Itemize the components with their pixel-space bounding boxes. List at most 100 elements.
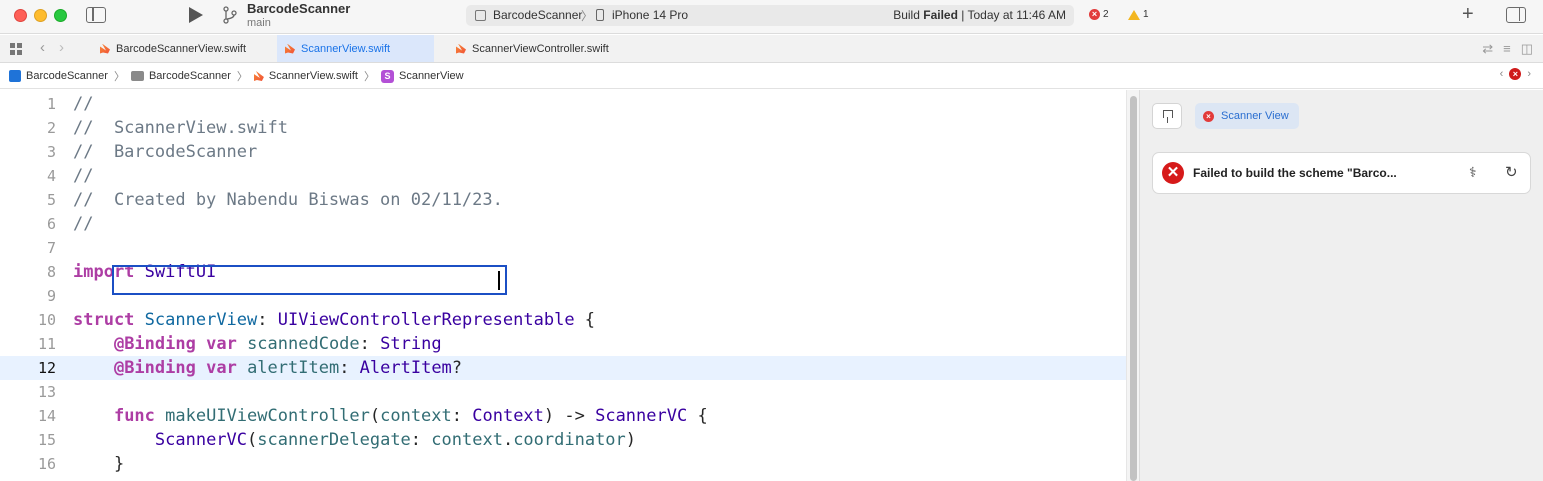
- code-text[interactable]: }: [73, 452, 124, 476]
- tab-scanner-view[interactable]: ScannerView.swift: [277, 35, 434, 62]
- code-line[interactable]: 10 struct ScannerView: UIViewControllerRe…: [0, 308, 1126, 332]
- line-number[interactable]: 4: [0, 164, 56, 188]
- code-text[interactable]: ScannerVC(scannerDelegate: context.coord…: [73, 428, 636, 452]
- code-line[interactable]: 13: [0, 380, 1126, 404]
- preview-selector[interactable]: × Scanner View: [1195, 103, 1299, 129]
- editor-options-icon[interactable]: ≡: [1503, 41, 1511, 57]
- next-issue-icon[interactable]: ›: [1527, 68, 1531, 80]
- code-text[interactable]: //: [73, 212, 93, 236]
- breadcrumb-separator: 〉: [236, 71, 248, 83]
- close-window-button[interactable]: [14, 9, 27, 22]
- code-line[interactable]: 15 ScannerVC(scannerDelegate: context.co…: [0, 428, 1126, 452]
- minimize-window-button[interactable]: [34, 9, 47, 22]
- line-number[interactable]: 8: [0, 260, 56, 284]
- breadcrumb-label: BarcodeScanner: [26, 70, 108, 82]
- code-line[interactable]: 11 @Binding var scannedCode: String: [0, 332, 1126, 356]
- build-error-message: Failed to build the scheme "Barco...: [1193, 166, 1397, 180]
- pin-icon[interactable]: [1152, 103, 1182, 129]
- struct-icon: S: [380, 69, 394, 83]
- text-caret: [498, 271, 500, 290]
- device-selector[interactable]: iPhone 14 Pro: [612, 8, 688, 22]
- code-line[interactable]: 1 //: [0, 92, 1126, 116]
- refresh-icon[interactable]: ↻: [1505, 163, 1518, 181]
- code-line[interactable]: 14 func makeUIViewController(context: Co…: [0, 404, 1126, 428]
- error-count-badge[interactable]: × 2: [1089, 9, 1109, 20]
- related-items-icon[interactable]: ⇄: [1482, 41, 1493, 57]
- tab-scanner-view-controller[interactable]: ScannerViewController.swift: [448, 35, 648, 62]
- breadcrumb-separator: 〉: [113, 71, 125, 83]
- warning-count-badge[interactable]: 1: [1128, 9, 1149, 20]
- line-number[interactable]: 5: [0, 188, 56, 212]
- line-number[interactable]: 1: [0, 92, 56, 116]
- diagnostics-icon[interactable]: ⚕: [1469, 164, 1477, 181]
- line-number[interactable]: 3: [0, 140, 56, 164]
- code-text[interactable]: @Binding var scannedCode: String: [73, 332, 442, 356]
- line-number[interactable]: 7: [0, 236, 56, 260]
- code-line[interactable]: 2 // ScannerView.swift: [0, 116, 1126, 140]
- code-line[interactable]: 7: [0, 236, 1126, 260]
- scrollbar-thumb[interactable]: [1130, 96, 1137, 481]
- line-number[interactable]: 6: [0, 212, 56, 236]
- breadcrumb-symbol[interactable]: S ScannerView: [380, 69, 464, 83]
- breadcrumb-label: ScannerView.swift: [268, 70, 358, 82]
- zoom-window-button[interactable]: [54, 9, 67, 22]
- breadcrumb-label: ScannerView: [398, 70, 464, 82]
- tab-label: ScannerViewController.swift: [472, 42, 609, 55]
- line-number[interactable]: 12: [0, 356, 56, 380]
- breadcrumb-file[interactable]: ScannerView.swift: [253, 70, 358, 82]
- line-number[interactable]: 2: [0, 116, 56, 140]
- editor-options: ⇄ ≡ ◫: [1482, 41, 1533, 57]
- code-line[interactable]: 4 //: [0, 164, 1126, 188]
- project-name[interactable]: BarcodeScanner: [247, 1, 350, 16]
- code-line[interactable]: 5 // Created by Nabendu Biswas on 02/11/2…: [0, 188, 1126, 212]
- editor-tab-bar: ‹ › BarcodeScannerView.swift ScannerView…: [0, 35, 1543, 63]
- code-text[interactable]: //: [73, 92, 93, 116]
- forward-arrow-icon[interactable]: ›: [59, 39, 64, 56]
- tab-barcode-scanner-view[interactable]: BarcodeScannerView.swift: [92, 35, 277, 62]
- error-icon: ✕: [1162, 162, 1184, 184]
- breadcrumb-project[interactable]: BarcodeScanner: [9, 70, 108, 82]
- code-line[interactable]: 16 }: [0, 452, 1126, 476]
- project-icon: [9, 70, 21, 82]
- code-text[interactable]: @Binding var alertItem: AlertItem?: [73, 356, 462, 380]
- line-number[interactable]: 10: [0, 308, 56, 332]
- split-editor-icon[interactable]: ◫: [1521, 41, 1533, 57]
- line-number[interactable]: 13: [0, 380, 56, 404]
- editor-scrollbar[interactable]: [1126, 90, 1139, 481]
- navigator-toggle-icon[interactable]: [86, 7, 106, 23]
- breadcrumb-group[interactable]: BarcodeScanner: [130, 70, 231, 82]
- code-text[interactable]: func makeUIViewController(context: Conte…: [73, 404, 708, 428]
- code-line[interactable]: 12 @Binding var alertItem: AlertItem?: [0, 356, 1126, 380]
- line-number[interactable]: 9: [0, 284, 56, 308]
- breadcrumb-separator: 〉: [363, 71, 375, 83]
- app-target-icon: [475, 10, 486, 21]
- build-error-card[interactable]: ✕ Failed to build the scheme "Barco... ⚕…: [1152, 152, 1531, 194]
- add-library-button[interactable]: +: [1462, 3, 1474, 26]
- issue-error-icon[interactable]: ×: [1509, 68, 1522, 80]
- tab-label: BarcodeScannerView.swift: [116, 42, 247, 55]
- run-button[interactable]: [189, 7, 203, 23]
- iphone-icon: [596, 9, 604, 21]
- back-arrow-icon[interactable]: ‹: [40, 39, 45, 56]
- line-number[interactable]: 15: [0, 428, 56, 452]
- tab-label: ScannerView.swift: [301, 42, 391, 55]
- code-text[interactable]: // BarcodeScanner: [73, 140, 257, 164]
- line-number[interactable]: 14: [0, 404, 56, 428]
- build-status[interactable]: Build Failed | Today at 11:46 AM: [893, 8, 1066, 22]
- grid-icon[interactable]: [10, 43, 22, 55]
- branch-icon: [223, 6, 237, 24]
- code-text[interactable]: // ScannerView.swift: [73, 116, 288, 140]
- line-number[interactable]: 16: [0, 452, 56, 476]
- code-line[interactable]: 6 //: [0, 212, 1126, 236]
- code-text[interactable]: struct ScannerView: UIViewControllerRepr…: [73, 308, 595, 332]
- scheme-selector[interactable]: BarcodeScanner: [493, 8, 582, 22]
- code-line[interactable]: 3 // BarcodeScanner: [0, 140, 1126, 164]
- code-text[interactable]: // Created by Nabendu Biswas on 02/11/23…: [73, 188, 503, 212]
- selection-highlight: [112, 265, 507, 295]
- previous-issue-icon[interactable]: ‹: [1500, 68, 1504, 80]
- line-number[interactable]: 11: [0, 332, 56, 356]
- error-count: 2: [1103, 9, 1109, 20]
- code-text[interactable]: //: [73, 164, 93, 188]
- inspector-toggle-icon[interactable]: [1506, 7, 1526, 23]
- branch-name[interactable]: main: [247, 17, 271, 29]
